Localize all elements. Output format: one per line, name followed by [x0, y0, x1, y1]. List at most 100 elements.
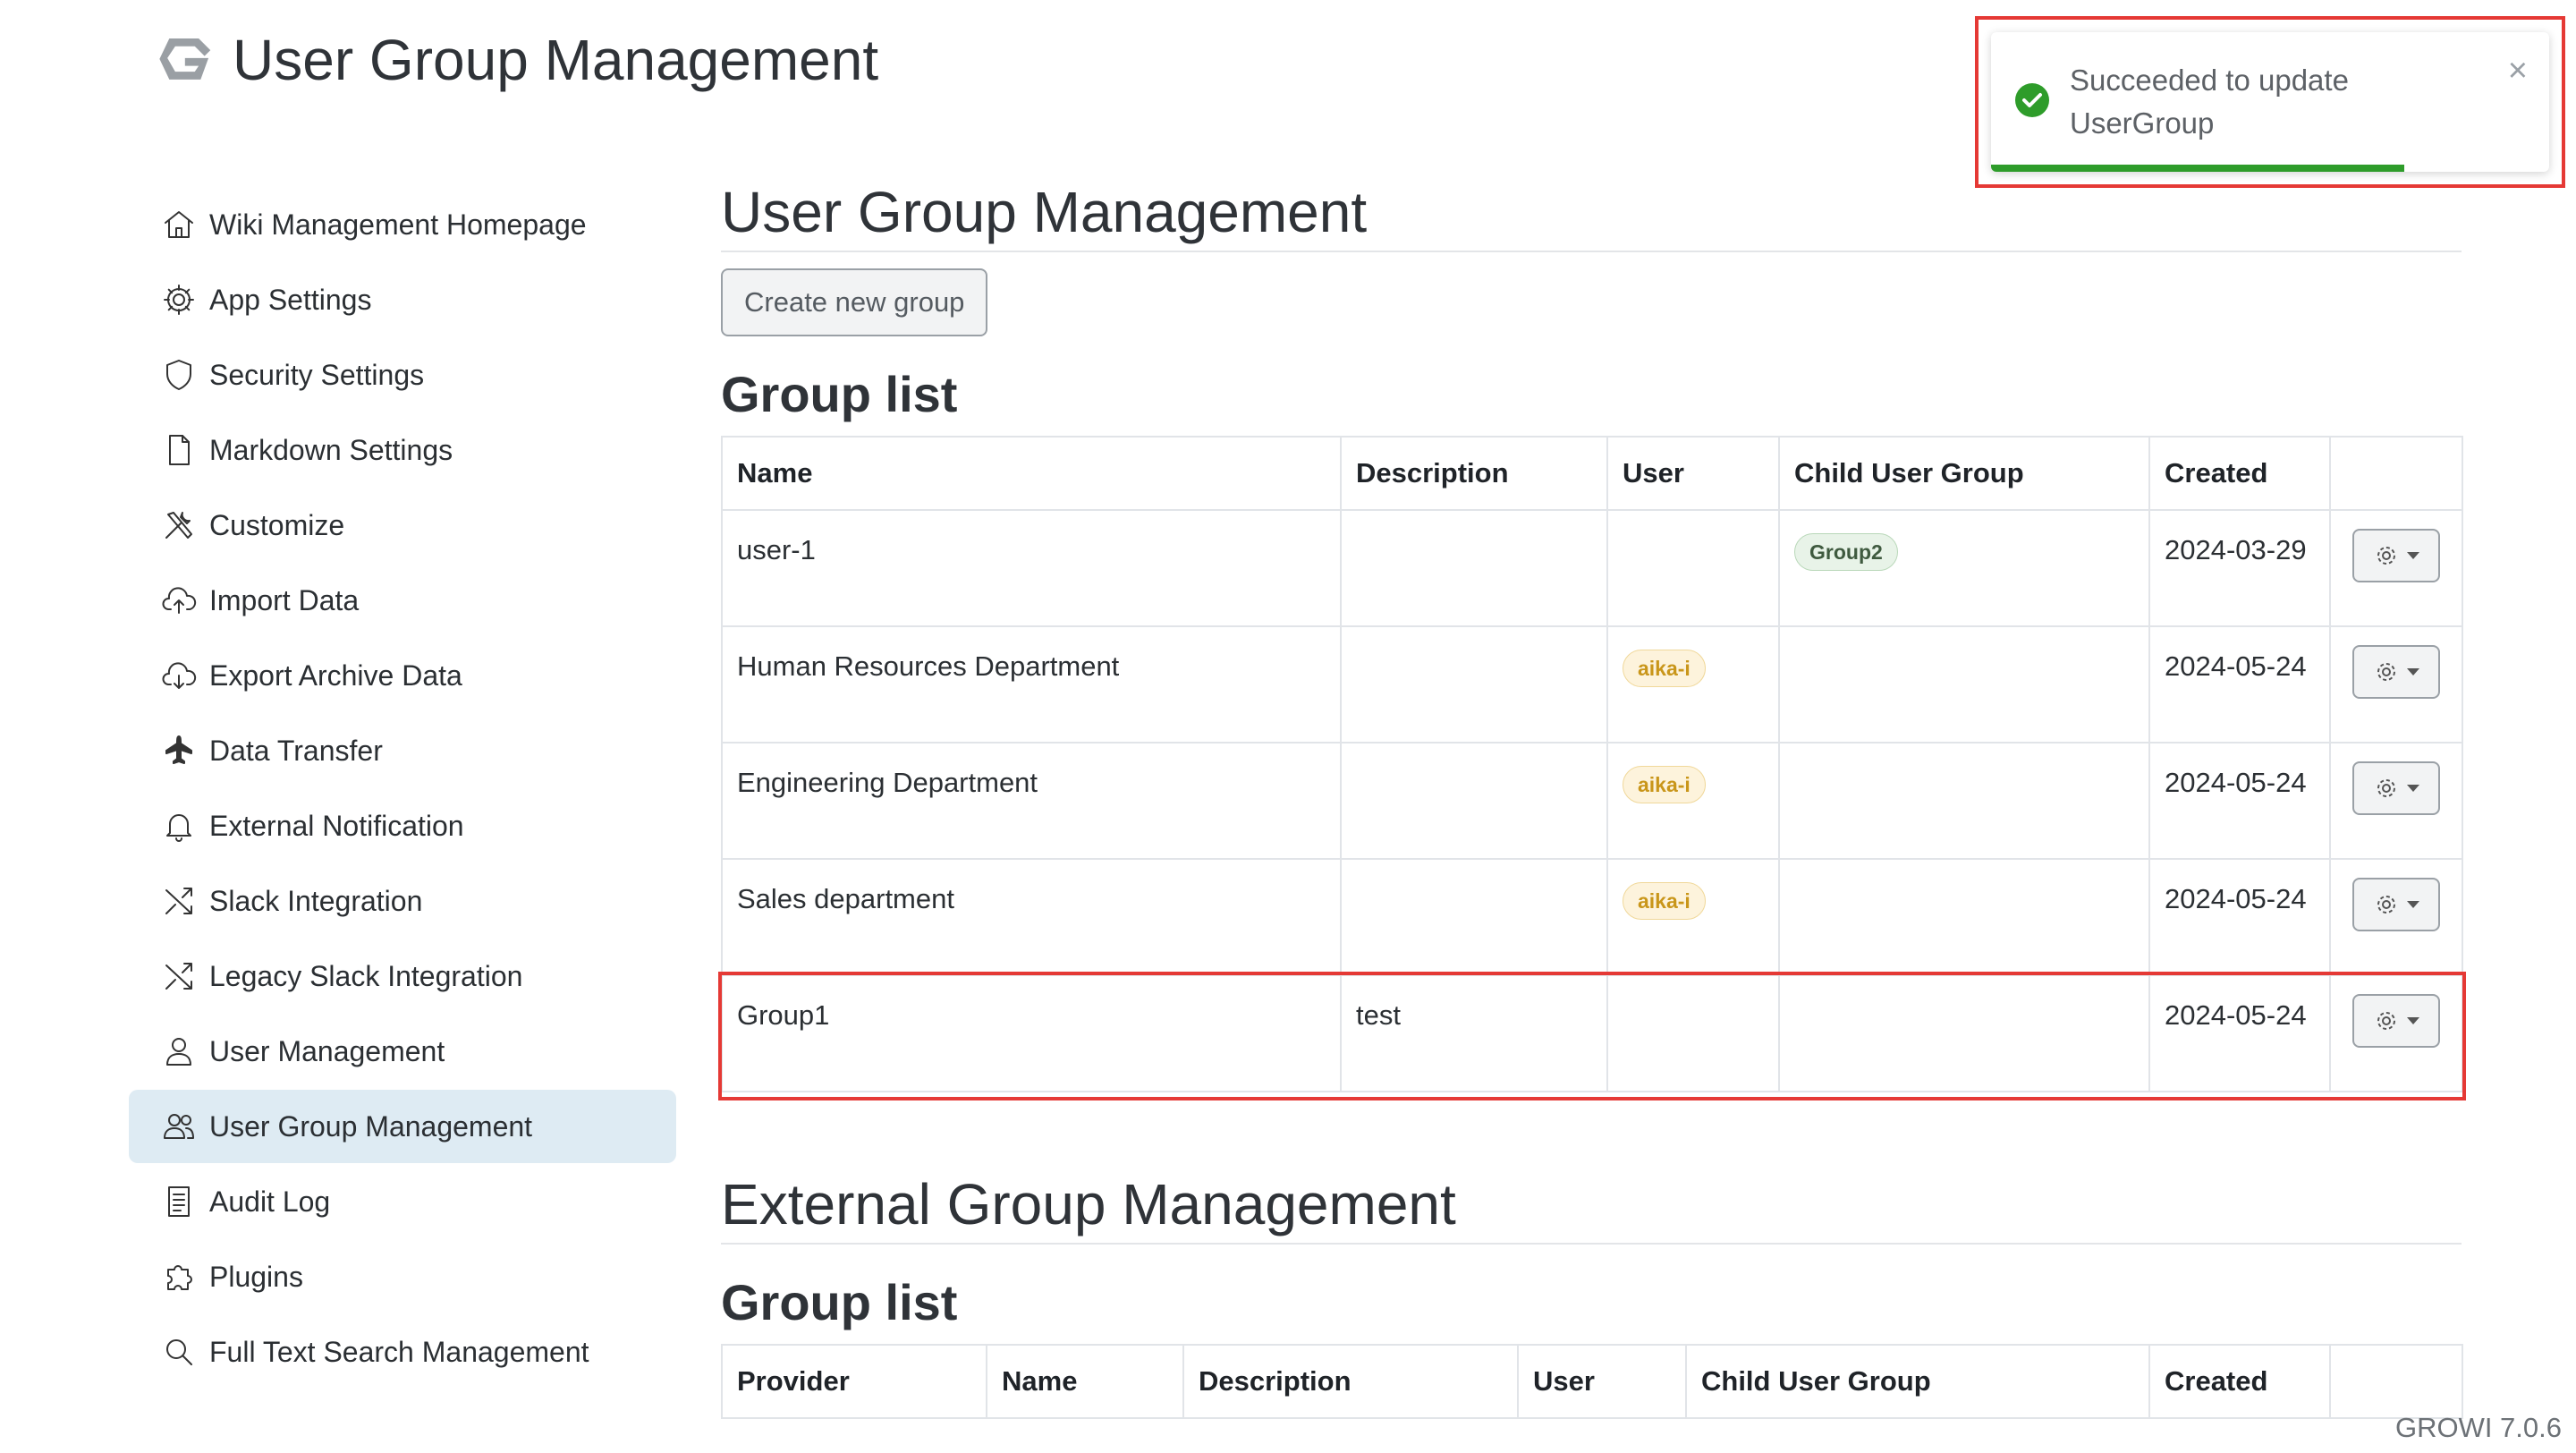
table-row: Sales department aika-i 2024-05-24: [721, 858, 2463, 976]
toast-annotation: Succeeded to update UserGroup ×: [1975, 16, 2565, 188]
ext-column-header-description: Description: [1182, 1344, 1519, 1419]
child-group-badge: Group2: [1794, 533, 1898, 571]
column-header-user: User: [1606, 436, 1780, 511]
cell-name: Group1: [721, 974, 1342, 1092]
gear-icon: [2377, 547, 2395, 565]
sidebar-item-label: Wiki Management Homepage: [209, 208, 587, 241]
row-settings-dropdown-button[interactable]: [2352, 994, 2440, 1048]
document-icon: [159, 1182, 199, 1221]
cell-description: [1340, 625, 1608, 743]
gear-icon: [2377, 896, 2395, 913]
sidebar-item-label: Full Text Search Management: [209, 1335, 589, 1368]
column-header-actions: [2329, 436, 2463, 511]
cell-actions: [2329, 509, 2463, 627]
table-row: Human Resources Department aika-i 2024-05-…: [721, 625, 2463, 743]
cell-child-user-group: [1778, 742, 2150, 860]
sidebar-item-plugins[interactable]: Plugins: [129, 1240, 676, 1313]
create-new-group-button[interactable]: Create new group: [721, 268, 988, 336]
cell-description: [1340, 509, 1608, 627]
user-badge: aika-i: [1623, 766, 1706, 803]
cell-child-user-group: [1778, 974, 2150, 1092]
cell-name: Human Resources Department: [721, 625, 1342, 743]
user-badge: aika-i: [1623, 650, 1706, 687]
table-row: user-1 Group2 2024-03-29: [721, 509, 2463, 627]
sidebar-item-label: Markdown Settings: [209, 433, 453, 466]
sidebar-item-customize[interactable]: Customize: [129, 489, 676, 562]
cell-created: 2024-03-29: [2148, 509, 2331, 627]
cell-actions: [2329, 625, 2463, 743]
cell-actions: [2329, 974, 2463, 1092]
row-settings-dropdown-button[interactable]: [2352, 878, 2440, 931]
sidebar-item-markdown-settings[interactable]: Markdown Settings: [129, 413, 676, 487]
sidebar-item-user-group-management[interactable]: User Group Management: [129, 1090, 676, 1163]
cell-description: [1340, 858, 1608, 976]
row-settings-dropdown-button[interactable]: [2352, 761, 2440, 815]
sidebar-item-full-text-search-management[interactable]: Full Text Search Management: [129, 1315, 676, 1389]
external-group-table: Provider Name Description User Child Use…: [721, 1344, 2463, 1419]
users-icon: [159, 1107, 199, 1146]
gear-icon: [2377, 663, 2395, 681]
caret-down-icon: [2407, 1017, 2419, 1024]
shuffle-icon: [159, 956, 199, 996]
sidebar-item-label: Audit Log: [209, 1185, 331, 1218]
file-icon: [159, 430, 199, 470]
home-icon: [159, 205, 199, 244]
external-group-list-title: Group list: [721, 1274, 958, 1330]
sidebar-item-label: External Notification: [209, 809, 464, 842]
sidebar-item-label: Plugins: [209, 1260, 303, 1293]
gear-icon: [2377, 1012, 2395, 1030]
cell-user: aika-i: [1606, 858, 1780, 976]
sidebar-item-import-data[interactable]: Import Data: [129, 564, 676, 637]
user-icon: [159, 1032, 199, 1071]
airplane-icon: [159, 731, 199, 770]
cell-actions: [2329, 858, 2463, 976]
puzzle-icon: [159, 1257, 199, 1296]
user-badge: aika-i: [1623, 882, 1706, 920]
cell-user: [1606, 974, 1780, 1092]
sidebar-item-label: User Group Management: [209, 1109, 533, 1143]
close-icon[interactable]: ×: [2508, 52, 2528, 90]
group-list-title: Group list: [721, 366, 958, 422]
caret-down-icon: [2407, 668, 2419, 676]
group-table: Name Description User Child User Group C…: [721, 436, 2463, 1092]
sidebar-item-security-settings[interactable]: Security Settings: [129, 338, 676, 412]
sidebar-item-label: Customize: [209, 508, 345, 541]
table-header-row: Name Description User Child User Group C…: [721, 436, 2463, 511]
row-settings-dropdown-button[interactable]: [2352, 529, 2440, 582]
sidebar-item-user-management[interactable]: User Management: [129, 1015, 676, 1088]
external-section-title: External Group Management: [721, 1171, 2462, 1245]
cloud-download-icon: [159, 656, 199, 695]
ext-column-header-provider: Provider: [721, 1344, 987, 1419]
external-table-header-row: Provider Name Description User Child Use…: [721, 1344, 2463, 1419]
ext-column-header-created: Created: [2148, 1344, 2331, 1419]
cell-created: 2024-05-24: [2148, 742, 2331, 860]
sidebar-item-label: Slack Integration: [209, 884, 423, 917]
ext-column-header-user: User: [1517, 1344, 1687, 1419]
bell-icon: [159, 806, 199, 845]
sidebar-item-app-settings[interactable]: App Settings: [129, 263, 676, 336]
cell-actions: [2329, 742, 2463, 860]
sidebar-item-export-archive-data[interactable]: Export Archive Data: [129, 639, 676, 712]
cell-name: Engineering Department: [721, 742, 1342, 860]
search-icon: [159, 1332, 199, 1372]
sidebar-item-label: Data Transfer: [209, 734, 383, 767]
sidebar-item-label: Legacy Slack Integration: [209, 959, 523, 992]
growi-logo-icon: [156, 29, 218, 91]
sidebar-item-wiki-management-homepage[interactable]: Wiki Management Homepage: [129, 188, 676, 261]
cell-created: 2024-05-24: [2148, 625, 2331, 743]
sidebar-item-audit-log[interactable]: Audit Log: [129, 1165, 676, 1238]
sidebar-item-legacy-slack-integration[interactable]: Legacy Slack Integration: [129, 939, 676, 1013]
gear-icon: [2377, 779, 2395, 797]
cell-user: [1606, 509, 1780, 627]
sidebar-item-slack-integration[interactable]: Slack Integration: [129, 864, 676, 938]
cell-child-user-group: [1778, 858, 2150, 976]
admin-sidebar: Wiki Management Homepage App Settings Secu…: [129, 188, 676, 1390]
column-header-name: Name: [721, 436, 1342, 511]
cell-name: user-1: [721, 509, 1342, 627]
sidebar-item-external-notification[interactable]: External Notification: [129, 789, 676, 862]
cell-user: aika-i: [1606, 742, 1780, 860]
shield-icon: [159, 355, 199, 395]
sidebar-item-data-transfer[interactable]: Data Transfer: [129, 714, 676, 787]
row-settings-dropdown-button[interactable]: [2352, 645, 2440, 699]
cell-name: Sales department: [721, 858, 1342, 976]
